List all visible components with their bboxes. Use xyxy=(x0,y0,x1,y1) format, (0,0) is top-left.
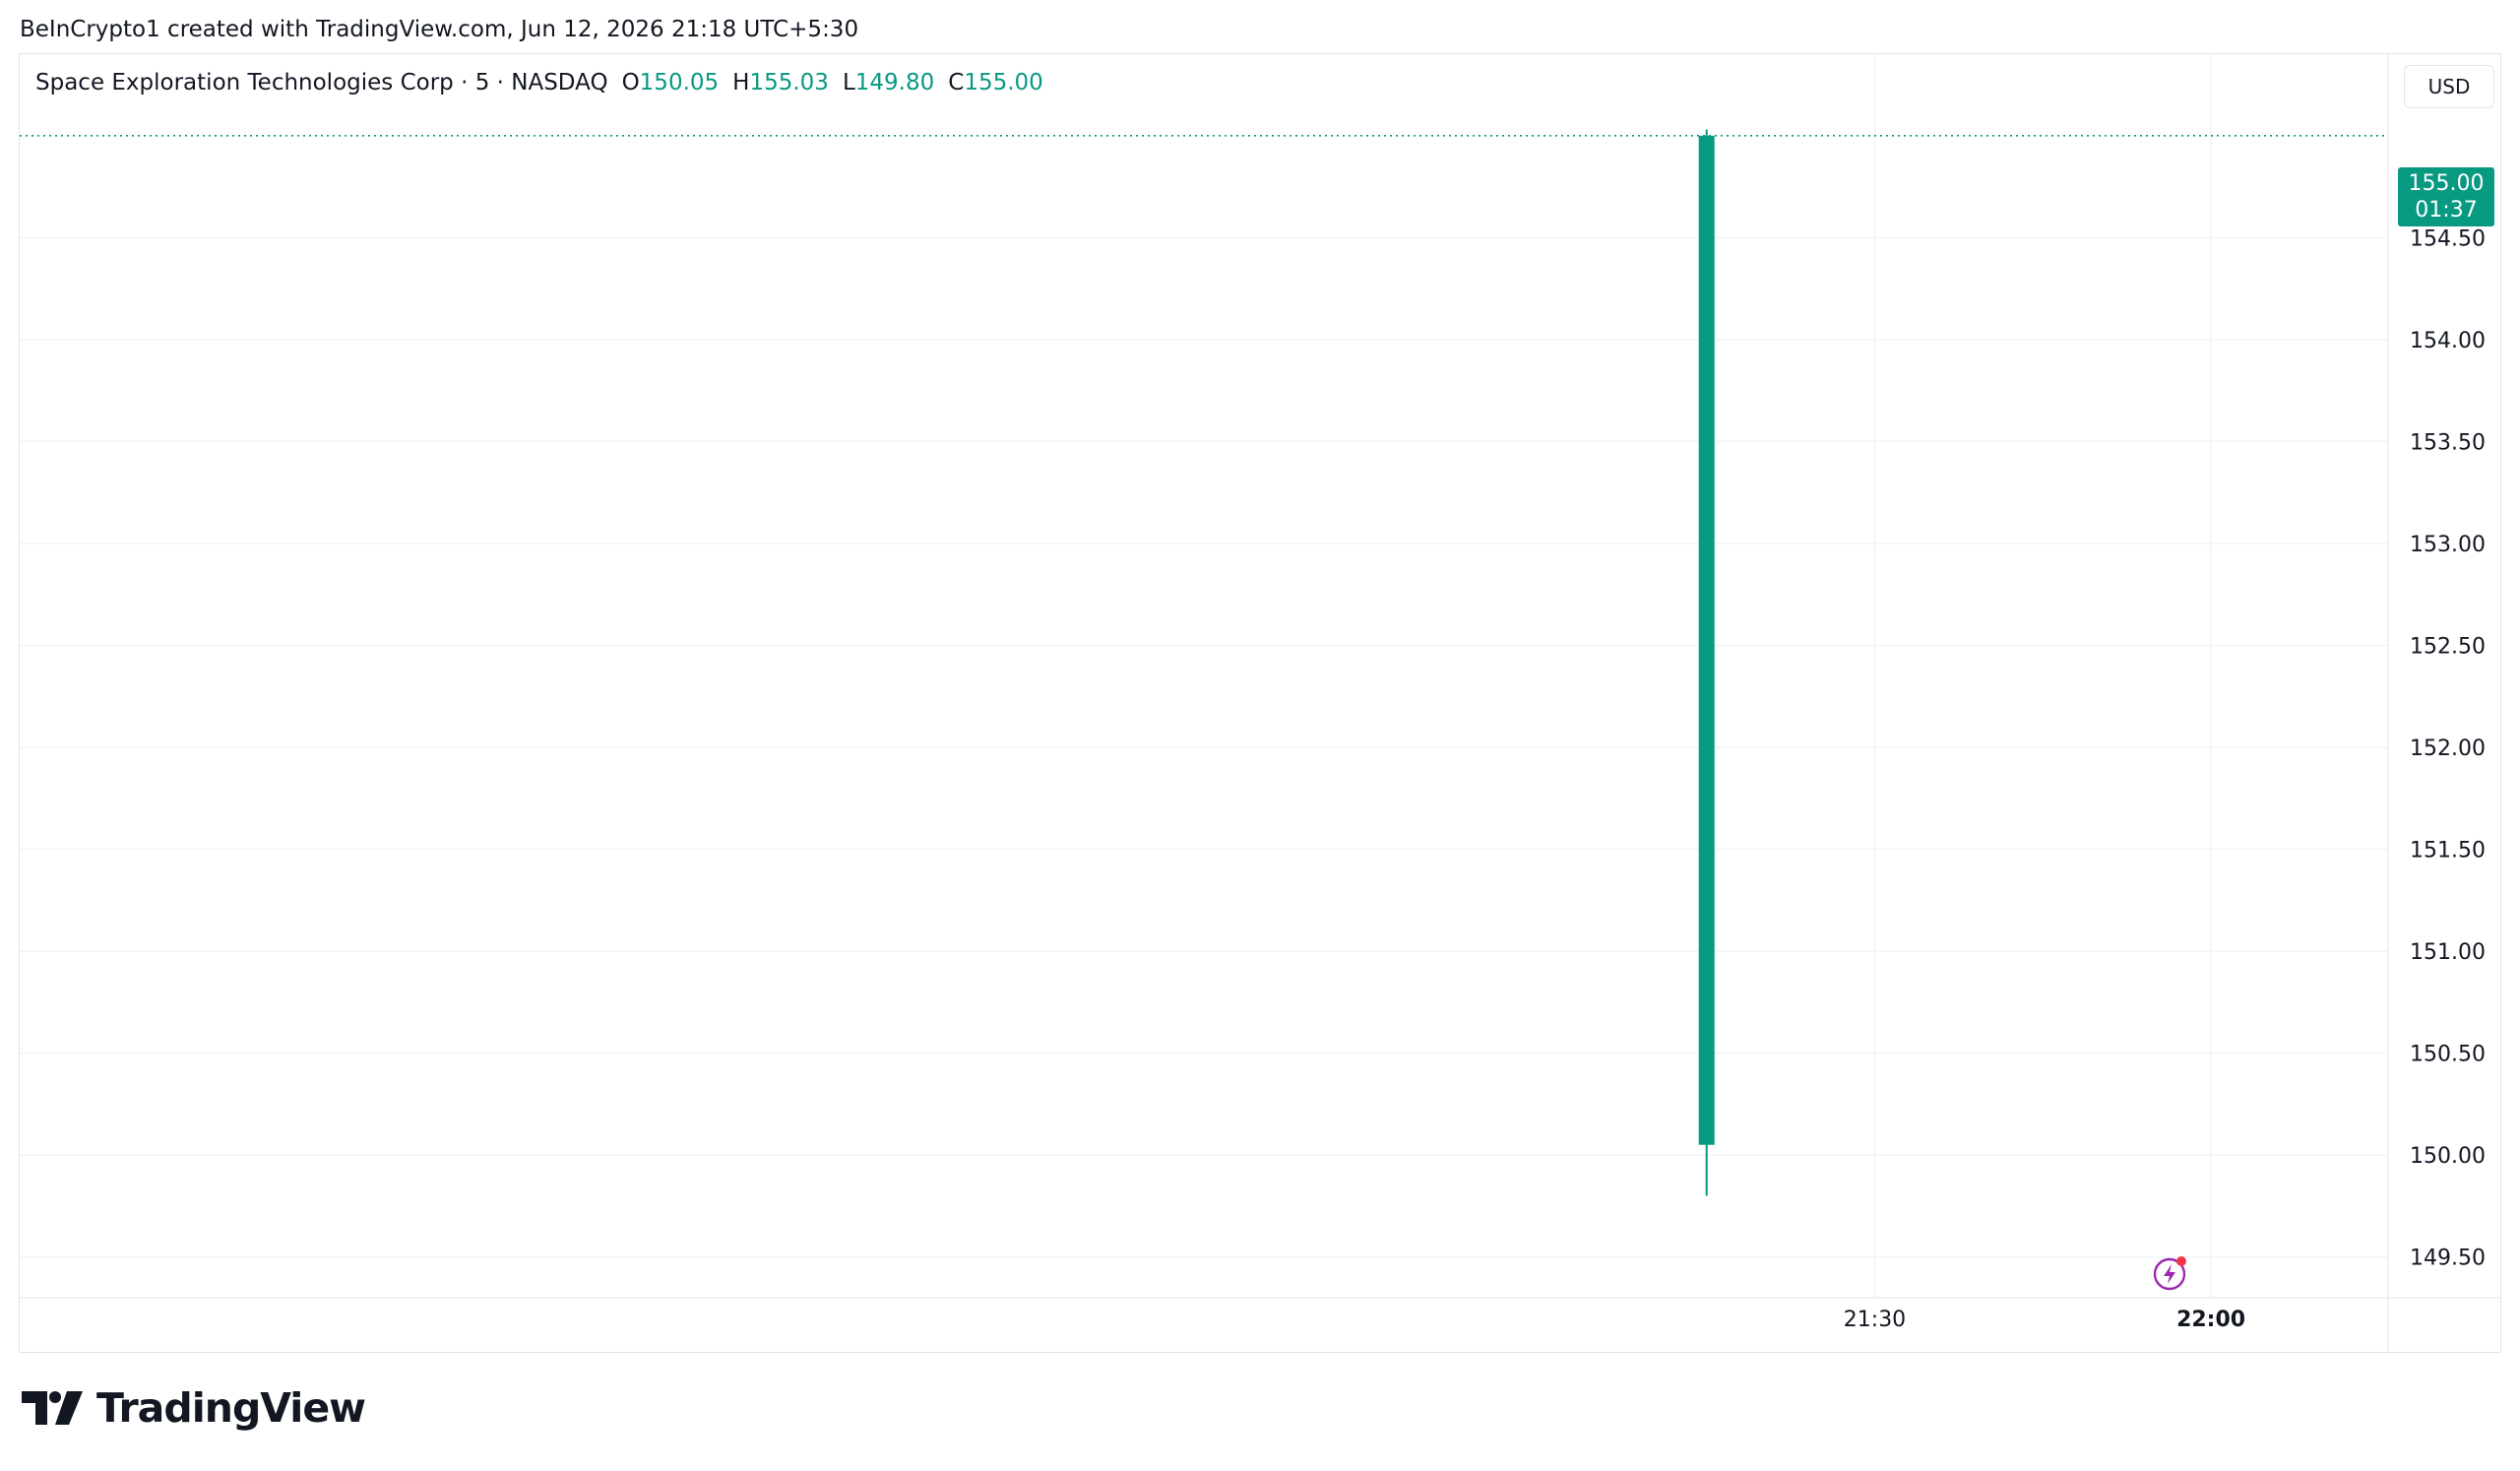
x-tick-label: 21:30 xyxy=(1844,1308,1906,1332)
open-value: 150.05 xyxy=(639,70,720,96)
tradingview-logo-icon xyxy=(22,1391,83,1425)
y-tick-label: 151.50 xyxy=(2410,838,2486,863)
x-tick-label: 22:00 xyxy=(2176,1308,2245,1332)
close-label: C xyxy=(948,70,965,96)
y-tick-label: 149.50 xyxy=(2410,1247,2486,1271)
y-tick-label: 153.50 xyxy=(2410,430,2486,455)
y-tick-label: 153.00 xyxy=(2410,533,2486,557)
y-tick-label: 151.00 xyxy=(2410,940,2486,965)
symbol-title[interactable]: Space Exploration Technologies Corp · 5 … xyxy=(35,67,608,98)
currency-button[interactable]: USD xyxy=(2404,65,2494,108)
candle-body xyxy=(1698,135,1715,1145)
price-chart[interactable]: 149.50 150.00 150.50 151.00 151.50 152.00 152.… xyxy=(0,0,2520,1471)
last-price-label: 155.00 01:37 xyxy=(2398,167,2494,226)
high-value: 155.03 xyxy=(749,70,829,96)
y-tick-label: 150.50 xyxy=(2410,1043,2486,1067)
symbol-legend: Space Exploration Technologies Corp · 5 … xyxy=(35,67,1057,98)
lightning-bolt-icon[interactable] xyxy=(2152,1254,2189,1292)
tradingview-logo[interactable]: TradingView xyxy=(22,1384,366,1432)
y-tick-label: 154.50 xyxy=(2410,226,2486,251)
last-price-value: 155.00 xyxy=(2408,171,2485,196)
tradingview-wordmark: TradingView xyxy=(96,1384,366,1432)
bar-countdown: 01:37 xyxy=(2415,198,2478,223)
close-value: 155.00 xyxy=(964,70,1043,96)
y-tick-label: 152.50 xyxy=(2410,634,2486,659)
high-label: H xyxy=(732,70,750,96)
low-value: 149.80 xyxy=(854,70,935,96)
low-label: L xyxy=(842,70,855,96)
y-tick-label: 154.00 xyxy=(2410,329,2486,353)
y-tick-label: 152.00 xyxy=(2410,736,2486,761)
open-label: O xyxy=(621,70,640,96)
y-tick-label: 150.00 xyxy=(2410,1144,2486,1169)
